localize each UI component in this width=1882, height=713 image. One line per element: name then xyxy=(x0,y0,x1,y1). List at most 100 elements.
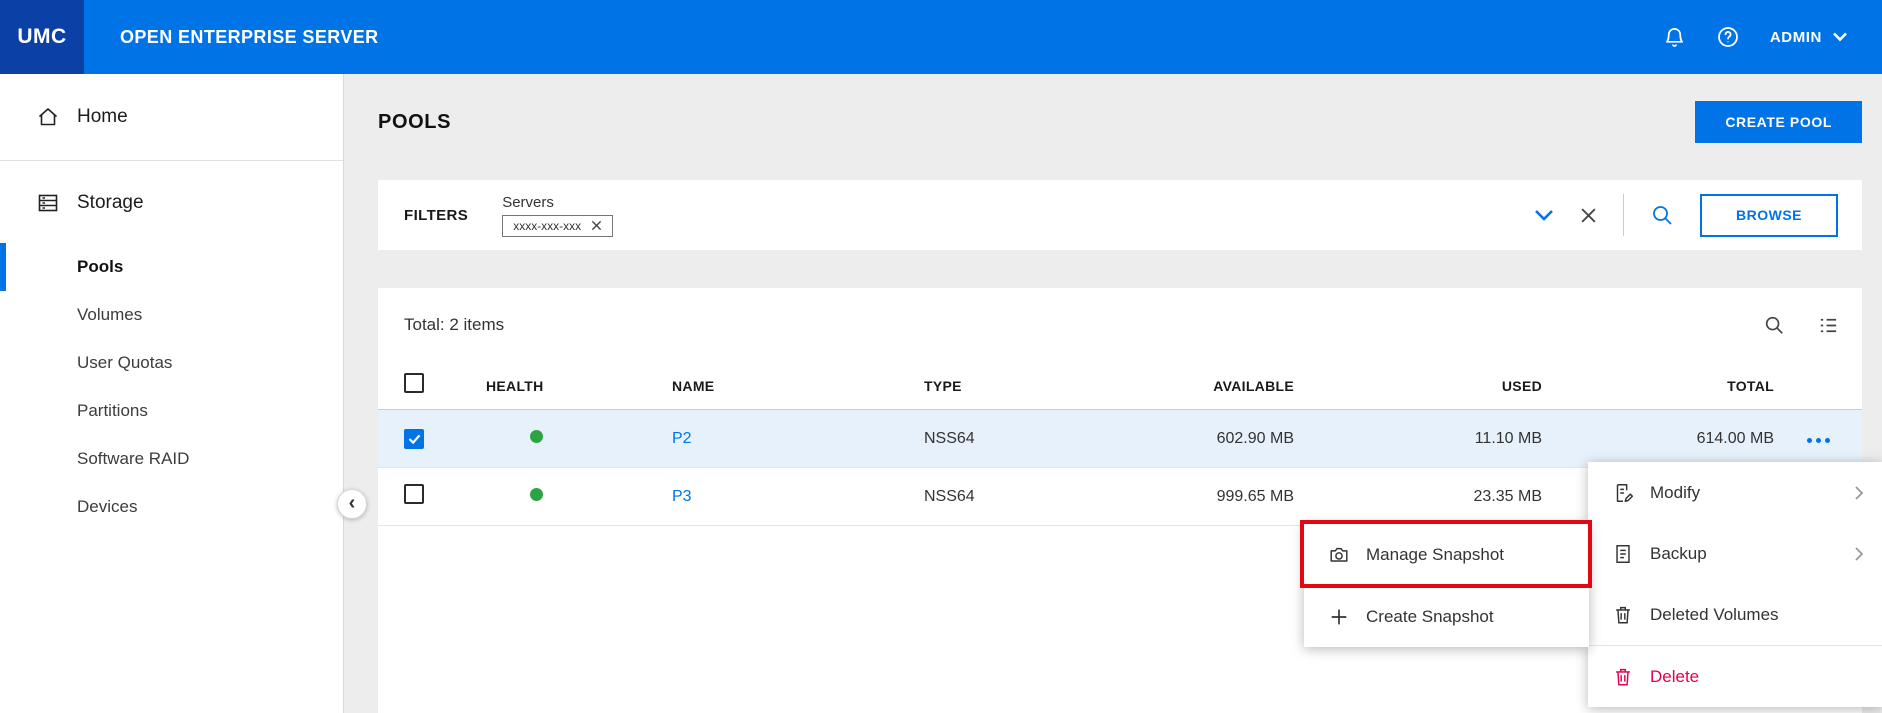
umc-logo: UMC xyxy=(0,0,84,74)
menu-item-label: Manage Snapshot xyxy=(1366,545,1504,565)
sidebar-item-devices[interactable]: Devices xyxy=(0,483,343,531)
sidebar-item-volumes[interactable]: Volumes xyxy=(0,291,343,339)
menu-item-deleted-volumes[interactable]: Deleted Volumes xyxy=(1588,584,1882,645)
storage-icon xyxy=(36,191,60,215)
chevron-right-icon xyxy=(1854,485,1864,501)
health-ok-icon xyxy=(530,488,543,501)
servers-filter-label: Servers xyxy=(502,194,613,211)
sidebar-item-label: User Quotas xyxy=(77,353,172,373)
column-header-available: AVAILABLE xyxy=(1213,378,1294,394)
header-actions: ADMIN xyxy=(1663,25,1882,49)
sidebar-item-label: Storage xyxy=(77,192,144,214)
sidebar-item-user-quotas[interactable]: User Quotas xyxy=(0,339,343,387)
create-pool-button[interactable]: CREATE POOL xyxy=(1695,101,1862,143)
chip-remove-icon[interactable] xyxy=(591,220,602,231)
sidebar-item-storage[interactable]: Storage xyxy=(0,173,343,233)
camera-icon xyxy=(1328,544,1350,566)
row-checkbox[interactable] xyxy=(404,429,424,449)
pool-name-link[interactable]: P2 xyxy=(672,430,692,447)
help-icon xyxy=(1716,25,1740,49)
sidebar-item-software-raid[interactable]: Software RAID xyxy=(0,435,343,483)
sidebar-item-label: Devices xyxy=(77,497,137,517)
menu-item-backup[interactable]: Backup xyxy=(1588,523,1882,584)
pool-name-link[interactable]: P3 xyxy=(672,488,692,505)
column-header-health: HEALTH xyxy=(460,378,646,394)
trash-icon xyxy=(1612,604,1634,626)
plus-icon xyxy=(1328,606,1350,628)
menu-item-label: Backup xyxy=(1650,544,1707,564)
table-header-row: HEALTH NAME TYPE AVAILABLE USED TOTAL xyxy=(378,362,1862,410)
menu-item-delete[interactable]: Delete xyxy=(1588,646,1882,707)
page-title: POOLS xyxy=(378,111,451,134)
menu-item-label: Create Snapshot xyxy=(1366,607,1494,627)
chevron-right-icon xyxy=(1854,546,1864,562)
menu-item-label: Modify xyxy=(1650,483,1700,503)
table-row: P2 NSS64 602.90 MB 11.10 MB 614.00 MB xyxy=(378,410,1862,468)
modify-icon xyxy=(1612,482,1634,504)
user-menu[interactable]: ADMIN xyxy=(1770,29,1848,46)
chevron-down-icon xyxy=(1832,32,1848,42)
sidebar-item-label: Home xyxy=(77,106,128,128)
delete-trash-icon xyxy=(1612,666,1634,688)
expand-filters-chevron-down-icon[interactable] xyxy=(1534,209,1554,222)
more-actions-icon[interactable] xyxy=(1807,438,1830,443)
user-menu-label: ADMIN xyxy=(1770,29,1822,46)
row-actions-menu: Modify Backup Deleted Volumes xyxy=(1588,462,1882,707)
health-ok-icon xyxy=(530,430,543,443)
sidebar-collapse-button[interactable]: ‹ xyxy=(337,489,367,519)
home-icon xyxy=(36,105,60,129)
list-view-icon[interactable] xyxy=(1817,314,1840,337)
bell-icon xyxy=(1663,26,1686,49)
sidebar-item-label: Software RAID xyxy=(77,449,189,469)
select-all-checkbox[interactable] xyxy=(404,373,424,393)
sidebar-item-label: Partitions xyxy=(77,401,148,421)
backup-icon xyxy=(1612,543,1634,565)
table-search-icon[interactable] xyxy=(1763,314,1785,336)
column-header-type: TYPE xyxy=(898,378,1138,394)
menu-item-label: Delete xyxy=(1650,667,1699,687)
storage-subnav: Pools Volumes User Quotas Partitions Sof… xyxy=(0,243,343,531)
top-header: UMC OPEN ENTERPRISE SERVER ADMIN xyxy=(0,0,1882,74)
help-button[interactable] xyxy=(1716,25,1740,49)
chevron-left-icon: ‹ xyxy=(349,492,356,515)
sidebar-item-partitions[interactable]: Partitions xyxy=(0,387,343,435)
column-header-name: NAME xyxy=(646,378,898,394)
pool-available: 602.90 MB xyxy=(1217,430,1294,448)
browse-button[interactable]: BROWSE xyxy=(1700,194,1838,237)
sidebar-item-pools[interactable]: Pools xyxy=(0,243,343,291)
filters-divider xyxy=(1623,194,1624,236)
sidebar-item-label: Volumes xyxy=(77,305,142,325)
filters-actions: BROWSE xyxy=(1534,194,1838,237)
server-filter-chip[interactable]: xxxx-xxx-xxx xyxy=(502,215,613,237)
menu-item-label: Deleted Volumes xyxy=(1650,605,1779,625)
pool-available: 999.65 MB xyxy=(1217,488,1294,506)
filters-bar: FILTERS Servers xxxx-xxx-xxx BROWSE xyxy=(378,180,1862,250)
chip-label: xxxx-xxx-xxx xyxy=(513,219,581,233)
page-header: POOLS CREATE POOL xyxy=(378,94,1862,150)
pool-type: NSS64 xyxy=(898,430,1138,448)
column-header-total: TOTAL xyxy=(1727,378,1774,394)
snapshot-submenu: Manage Snapshot Create Snapshot xyxy=(1304,524,1589,647)
notifications-button[interactable] xyxy=(1663,26,1686,49)
row-checkbox[interactable] xyxy=(404,484,424,504)
table-toolbar-icons xyxy=(1763,314,1840,337)
menu-item-manage-snapshot[interactable]: Manage Snapshot xyxy=(1304,524,1589,585)
sidebar: Home Storage Pools Volumes User Quotas P… xyxy=(0,74,344,713)
column-header-used: USED xyxy=(1502,378,1542,394)
pool-type: NSS64 xyxy=(898,488,1138,506)
table-summary: Total: 2 items xyxy=(404,315,504,335)
clear-filters-close-icon[interactable] xyxy=(1580,207,1597,224)
servers-filter-group: Servers xxxx-xxx-xxx xyxy=(502,194,613,237)
table-toolbar: Total: 2 items xyxy=(378,288,1862,362)
sidebar-item-label: Pools xyxy=(77,257,123,277)
app-title: OPEN ENTERPRISE SERVER xyxy=(120,27,379,48)
pool-used: 11.10 MB xyxy=(1475,430,1542,448)
menu-item-create-snapshot[interactable]: Create Snapshot xyxy=(1304,586,1589,647)
pool-used: 23.35 MB xyxy=(1474,488,1542,506)
menu-item-modify[interactable]: Modify xyxy=(1588,462,1882,523)
pool-total: 614.00 MB xyxy=(1697,430,1774,448)
filters-title: FILTERS xyxy=(404,207,468,224)
search-icon[interactable] xyxy=(1650,203,1674,227)
sidebar-divider xyxy=(0,160,343,161)
sidebar-item-home[interactable]: Home xyxy=(0,74,343,160)
